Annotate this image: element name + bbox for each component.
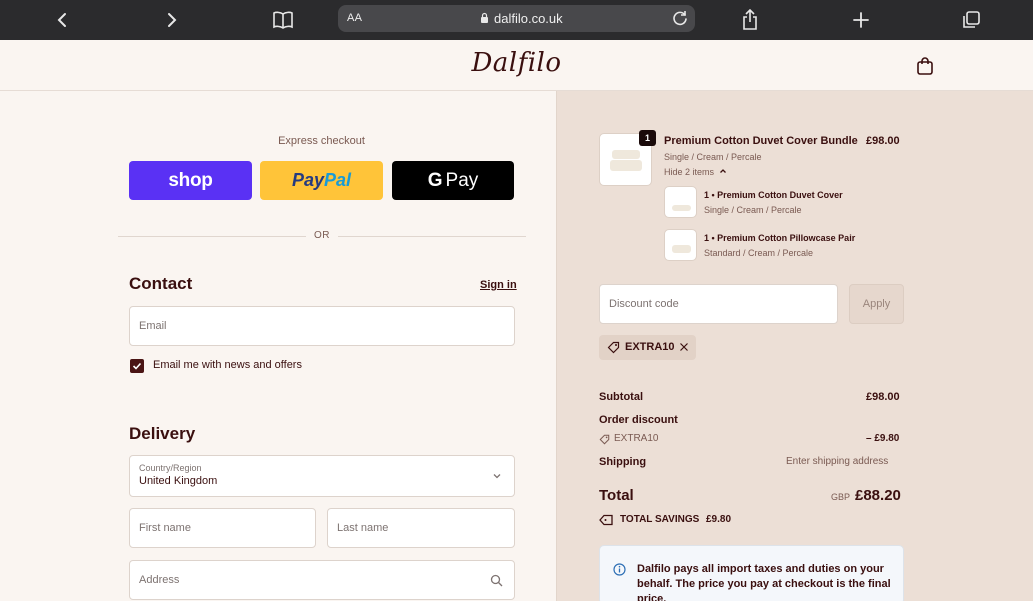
subtotal-value: £98.00 [866,391,900,403]
savings-tag-icon [599,514,613,526]
paypal-label-part2: Pal [324,170,352,190]
contact-heading: Contact [129,274,193,293]
search-icon [490,574,503,587]
subtotal-label: Subtotal [599,391,643,403]
site-header: Dalfilo [0,40,1033,91]
newsletter-checkbox[interactable] [130,359,144,373]
tag-icon [599,434,610,445]
google-pay-label: Pay [445,169,479,191]
logo[interactable]: Dalfilo [0,48,1033,78]
discount-code-input[interactable] [600,285,837,323]
sub-item-name: 1 • Premium Cotton Pillowcase Pair [704,233,856,243]
pillow-shape [610,160,642,171]
url-text: dalfilo.co.uk [494,11,563,26]
checkmark-icon [132,362,142,370]
paypal-label-part1: Pay [291,170,324,190]
sub-item-name: 1 • Premium Cotton Duvet Cover [704,190,843,200]
product-price: £98.00 [866,135,900,147]
import-duties-notice: Dalfilo pays all import taxes and duties… [599,545,904,601]
first-name-input[interactable] [130,509,315,547]
chevron-up-icon [719,169,726,173]
text-size-button[interactable]: AA [347,12,362,24]
country-label: Country/Region [139,463,202,473]
browser-toolbar: AA dalfilo.co.uk [0,0,1033,40]
or-label: OR [306,230,338,241]
product-variant: Single / Cream / Percale [664,152,762,162]
chevron-down-icon [493,474,501,479]
order-discount-label: Order discount [599,414,678,426]
new-tab-icon[interactable] [849,8,873,32]
address-input[interactable] [130,561,514,599]
quantity-badge: 1 [639,130,656,146]
product-name: Premium Cotton Duvet Cover Bundle [664,135,858,147]
tag-icon [607,341,620,354]
discount-value: – £9.80 [866,433,900,444]
address-field[interactable] [129,560,515,600]
delivery-heading: Delivery [129,424,196,443]
address-bar[interactable]: AA dalfilo.co.uk [338,5,695,32]
info-icon [613,563,626,576]
sub-item-variant: Standard / Cream / Percale [704,248,814,258]
applied-discount-code: EXTRA10 [625,341,675,353]
tabs-overview-icon[interactable] [959,8,983,32]
forward-icon[interactable] [160,8,184,32]
last-name-field[interactable] [327,508,515,548]
shop-pay-button[interactable]: shop [129,161,252,200]
import-duties-text: Dalfilo pays all import taxes and duties… [637,563,891,601]
sub-item-image [664,186,697,218]
express-checkout-label: Express checkout [278,135,365,147]
reload-icon[interactable] [671,9,690,28]
email-input[interactable] [130,307,514,345]
pillow-shape [672,245,691,253]
close-icon[interactable] [677,340,691,354]
hide-items-label: Hide 2 items [664,167,715,177]
shipping-value: Enter shipping address [786,456,889,467]
country-value: United Kingdom [139,475,218,487]
hide-items-toggle[interactable]: Hide 2 items [664,167,727,177]
discount-code-field[interactable] [599,284,838,324]
paypal-button[interactable]: Pay Pal [260,161,383,200]
sign-in-link[interactable]: Sign in [480,279,517,291]
last-name-input[interactable] [328,509,514,547]
apply-discount-button[interactable]: Apply [849,284,904,324]
google-pay-button[interactable]: G Pay [392,161,514,200]
total-label: Total [599,487,634,504]
pillow-shape [672,205,691,211]
shop-pay-label: shop [168,169,213,191]
total-savings-label: TOTAL SAVINGS [620,514,700,525]
sub-item-image [664,229,697,261]
shopping-bag-icon[interactable] [915,56,935,76]
pillow-shape [612,150,640,159]
country-select[interactable]: Country/Region United Kingdom [129,455,515,497]
google-g-icon: G [427,169,443,191]
share-icon[interactable] [738,8,762,32]
newsletter-label: Email me with news and offers [153,359,302,371]
shipping-label: Shipping [599,456,647,468]
currency-code: GBP [831,492,851,502]
email-field[interactable] [129,306,515,346]
total-value: £88.20 [855,487,901,504]
discount-code-label: EXTRA10 [614,433,659,444]
bookmarks-icon[interactable] [271,8,295,32]
first-name-field[interactable] [129,508,316,548]
total-savings-value: £9.80 [706,514,732,525]
back-icon[interactable] [50,8,74,32]
sub-item-variant: Single / Cream / Percale [704,205,802,215]
applied-discount-chip: EXTRA10 [599,335,696,360]
lock-icon [481,12,488,23]
